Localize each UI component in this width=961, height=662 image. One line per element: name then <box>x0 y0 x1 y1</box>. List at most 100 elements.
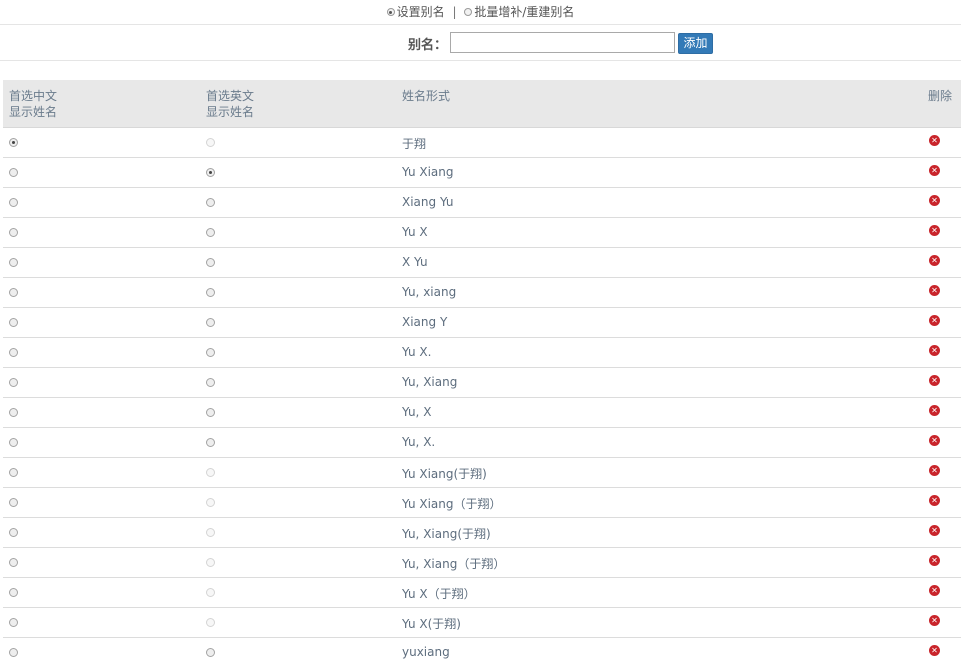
preferred-english-cell <box>206 528 215 537</box>
delete-icon[interactable]: ✕ <box>929 525 940 536</box>
preferred-english-radio[interactable] <box>206 648 215 657</box>
preferred-english-cell <box>206 498 215 507</box>
preferred-english-cell <box>206 168 215 177</box>
delete-icon[interactable]: ✕ <box>929 345 940 356</box>
name-form-text: Yu Xiang(于翔) <box>402 467 487 481</box>
mode-option-set-alias[interactable]: 设置别名 <box>386 0 445 24</box>
table-row: Yu, xiang ✕ <box>3 278 961 308</box>
header-name-form: 姓名形式 <box>402 89 451 103</box>
name-form-text: Yu X(于翔) <box>402 617 461 631</box>
preferred-english-radio[interactable] <box>206 228 215 237</box>
preferred-english-radio[interactable] <box>206 198 215 207</box>
preferred-chinese-radio[interactable] <box>9 378 18 387</box>
alias-table: 首选中文 显示姓名 首选英文 显示姓名 姓名形式 删除 于翔 ✕ Yu Xiang ✕… <box>3 80 961 662</box>
preferred-chinese-cell <box>9 558 18 567</box>
name-form-text: Yu, Xiang（于翔） <box>402 557 506 571</box>
preferred-english-radio <box>206 138 215 147</box>
delete-icon[interactable]: ✕ <box>929 435 940 446</box>
preferred-chinese-cell <box>9 348 18 357</box>
delete-icon[interactable]: ✕ <box>929 375 940 386</box>
preferred-english-cell <box>206 468 215 477</box>
preferred-chinese-radio[interactable] <box>9 318 18 327</box>
preferred-chinese-cell <box>9 648 18 657</box>
preferred-chinese-cell <box>9 528 18 537</box>
delete-icon[interactable]: ✕ <box>929 645 940 656</box>
preferred-english-cell <box>206 348 215 357</box>
preferred-chinese-cell <box>9 468 18 477</box>
delete-icon[interactable]: ✕ <box>929 195 940 206</box>
delete-icon[interactable]: ✕ <box>929 615 940 626</box>
preferred-chinese-radio[interactable] <box>9 408 18 417</box>
name-form-text: Yu X（于翔） <box>402 587 476 601</box>
preferred-english-cell <box>206 408 215 417</box>
preferred-english-radio[interactable] <box>206 168 215 177</box>
mode-option-batch-alias[interactable]: 批量增补/重建别名 <box>464 0 574 24</box>
header-preferred-english: 首选英文 显示姓名 <box>206 88 254 120</box>
preferred-english-radio[interactable] <box>206 438 215 447</box>
preferred-chinese-radio[interactable] <box>9 228 18 237</box>
delete-icon[interactable]: ✕ <box>929 165 940 176</box>
table-row: Yu, Xiang(于翔) ✕ <box>3 518 961 548</box>
preferred-chinese-radio[interactable] <box>9 258 18 267</box>
radio-icon[interactable] <box>464 8 473 16</box>
preferred-chinese-radio[interactable] <box>9 648 18 657</box>
delete-icon[interactable]: ✕ <box>929 255 940 266</box>
preferred-chinese-radio[interactable] <box>9 348 18 357</box>
preferred-english-radio <box>206 528 215 537</box>
delete-icon[interactable]: ✕ <box>929 225 940 236</box>
name-form-text: Yu, Xiang(于翔) <box>402 527 491 541</box>
preferred-chinese-radio[interactable] <box>9 618 18 627</box>
preferred-chinese-radio[interactable] <box>9 558 18 567</box>
preferred-english-radio <box>206 468 215 477</box>
preferred-chinese-cell <box>9 138 18 147</box>
preferred-chinese-cell <box>9 288 18 297</box>
delete-icon[interactable]: ✕ <box>929 465 940 476</box>
preferred-chinese-radio[interactable] <box>9 588 18 597</box>
preferred-english-cell <box>206 378 215 387</box>
table-row: Yu X(于翔) ✕ <box>3 608 961 638</box>
table-body: 于翔 ✕ Yu Xiang ✕ Xiang Yu ✕ Yu X ✕ X Yu ✕ Yu, xiang… <box>3 128 961 662</box>
preferred-english-radio[interactable] <box>206 378 215 387</box>
radio-icon[interactable] <box>386 8 395 16</box>
name-form-text: Yu X <box>402 225 428 239</box>
preferred-english-radio[interactable] <box>206 408 215 417</box>
preferred-chinese-radio[interactable] <box>9 438 18 447</box>
preferred-english-radio[interactable] <box>206 258 215 267</box>
preferred-english-cell <box>206 558 215 567</box>
preferred-english-radio[interactable] <box>206 288 215 297</box>
delete-icon[interactable]: ✕ <box>929 285 940 296</box>
preferred-chinese-radio[interactable] <box>9 198 18 207</box>
preferred-chinese-radio[interactable] <box>9 468 18 477</box>
name-form-text: Yu, xiang <box>402 285 457 299</box>
add-alias-button[interactable]: 添加 <box>678 33 713 54</box>
header-delete: 删除 <box>928 89 953 103</box>
delete-icon[interactable]: ✕ <box>929 405 940 416</box>
preferred-chinese-radio[interactable] <box>9 138 18 147</box>
table-row: Yu, Xiang（于翔） ✕ <box>3 548 961 578</box>
delete-icon[interactable]: ✕ <box>929 495 940 506</box>
preferred-chinese-radio[interactable] <box>9 528 18 537</box>
delete-icon[interactable]: ✕ <box>929 555 940 566</box>
preferred-chinese-radio[interactable] <box>9 498 18 507</box>
table-row: Yu X ✕ <box>3 218 961 248</box>
table-row: Yu, Xiang ✕ <box>3 368 961 398</box>
header-preferred-english-line1: 首选英文 <box>206 89 255 103</box>
header-preferred-chinese-line1: 首选中文 <box>9 89 58 103</box>
preferred-english-radio <box>206 618 215 627</box>
preferred-chinese-radio[interactable] <box>9 168 18 177</box>
delete-icon[interactable]: ✕ <box>929 135 940 146</box>
alias-input[interactable] <box>450 32 675 53</box>
name-form-text: Yu, X <box>402 405 432 419</box>
preferred-chinese-cell <box>9 438 18 447</box>
delete-icon[interactable]: ✕ <box>929 585 940 596</box>
delete-icon[interactable]: ✕ <box>929 315 940 326</box>
preferred-chinese-radio[interactable] <box>9 288 18 297</box>
header-preferred-chinese-line2: 显示姓名 <box>9 105 58 119</box>
preferred-english-radio[interactable] <box>206 318 215 327</box>
preferred-english-cell <box>206 258 215 267</box>
alias-mode-bar: 设置别名 | 批量增补/重建别名 <box>0 0 961 25</box>
preferred-english-cell <box>206 198 215 207</box>
preferred-english-radio[interactable] <box>206 348 215 357</box>
alias-entry-bar: 别名： 添加 <box>0 26 961 61</box>
preferred-chinese-cell <box>9 618 18 627</box>
